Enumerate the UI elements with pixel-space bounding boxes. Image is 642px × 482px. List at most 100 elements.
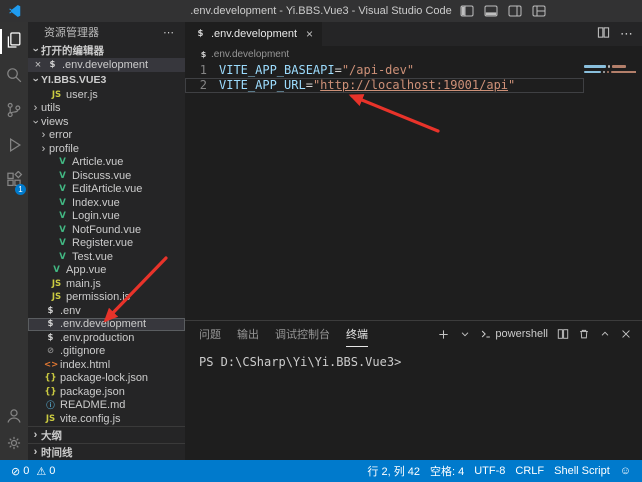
tree-item-Index.vue[interactable]: VIndex.vue xyxy=(28,196,185,210)
breadcrumb[interactable]: $ .env.development xyxy=(185,46,642,62)
chevron-down-icon: › xyxy=(30,45,42,56)
status-bar: ⊘ 0 ⚠ 0 行 2, 列 42空格: 4UTF-8CRLFShell Scr… xyxy=(0,460,642,482)
tree-item-.env.production[interactable]: $.env.production xyxy=(28,331,185,345)
tree-item-NotFound.vue[interactable]: VNotFound.vue xyxy=(28,223,185,237)
tree-item-Discuss.vue[interactable]: VDiscuss.vue xyxy=(28,169,185,183)
maximize-panel-icon[interactable] xyxy=(599,328,611,340)
env-file-icon: $ xyxy=(46,60,59,70)
tree-item-index.html[interactable]: <>index.html xyxy=(28,358,185,372)
tree-item-vite.config.js[interactable]: JSvite.config.js xyxy=(28,412,185,426)
status-eol[interactable]: CRLF xyxy=(510,460,549,482)
tab-env-development[interactable]: $ .env.development × xyxy=(185,22,322,46)
tree-item-user.js[interactable]: JSuser.js xyxy=(28,88,185,102)
gear-icon xyxy=(5,434,23,455)
panel-tab-debug-console[interactable]: 调试控制台 xyxy=(275,321,330,347)
tree-item-.gitignore[interactable]: ⊘.gitignore xyxy=(28,345,185,359)
chevron-down-icon: › xyxy=(30,116,42,127)
outline-section-header[interactable]: › 大纲 xyxy=(28,426,185,443)
tree-item-README.md[interactable]: ⓘREADME.md xyxy=(28,399,185,413)
tree-item-label: EditArticle.vue xyxy=(72,183,142,195)
env-file-icon: $ xyxy=(44,333,57,343)
tree-item-profile[interactable]: ›profile xyxy=(28,142,185,156)
chevron-down-icon[interactable] xyxy=(459,328,471,340)
tree-item-Register.vue[interactable]: VRegister.vue xyxy=(28,237,185,251)
activity-search[interactable] xyxy=(0,59,28,94)
activity-explorer[interactable] xyxy=(0,24,28,59)
tree-item-.env[interactable]: $.env xyxy=(28,304,185,318)
close-icon[interactable]: × xyxy=(32,59,44,71)
minimap-token xyxy=(611,71,636,74)
tree-item-package.json[interactable]: {}package.json xyxy=(28,385,185,399)
chevron-right-icon: › xyxy=(38,143,49,155)
tree-item-.env.development[interactable]: $.env.development xyxy=(28,318,185,332)
minimap-token xyxy=(608,65,610,68)
open-editor-item[interactable]: × $ .env.development xyxy=(28,58,185,72)
account-button[interactable] xyxy=(0,404,28,431)
activity-run-debug[interactable] xyxy=(0,129,28,164)
vue-file-icon: V xyxy=(56,238,69,248)
panel-tab-problems[interactable]: 问题 xyxy=(199,321,221,347)
line-number: 2 xyxy=(185,78,207,93)
source-control-icon xyxy=(5,101,23,122)
minimap[interactable] xyxy=(584,65,636,76)
tree-item-App.vue[interactable]: VApp.vue xyxy=(28,264,185,278)
tree-item-Test.vue[interactable]: VTest.vue xyxy=(28,250,185,264)
toggle-panel-icon[interactable] xyxy=(484,5,498,17)
new-terminal-button[interactable] xyxy=(437,328,450,341)
timeline-section-header[interactable]: › 时间线 xyxy=(28,443,185,460)
project-section-header[interactable]: › YI.BBS.VUE3 xyxy=(28,72,185,88)
powershell-icon xyxy=(480,328,492,340)
problems-indicator[interactable]: ⊘ 0 ⚠ 0 xyxy=(6,460,60,482)
tree-item-utils[interactable]: ›utils xyxy=(28,102,185,116)
tree-item-label: App.vue xyxy=(66,264,106,276)
open-editors-header[interactable]: › 打开的编辑器 xyxy=(28,42,185,58)
toggle-sidebar-right-icon[interactable] xyxy=(508,5,522,17)
more-actions-icon[interactable]: ⋯ xyxy=(163,26,175,39)
status-indentation[interactable]: 空格: 4 xyxy=(425,460,469,482)
tree-item-error[interactable]: ›error xyxy=(28,129,185,143)
terminal-content[interactable]: PS D:\CSharp\Yi\Yi.BBS.Vue3> xyxy=(185,347,642,460)
warnings-icon: ⚠ xyxy=(36,465,46,478)
outline-label: 大纲 xyxy=(41,428,62,443)
toggle-sidebar-left-icon[interactable] xyxy=(460,5,474,17)
code-lines: 1VITE_APP_BASEAPI="/api-dev"2 VITE_APP_UR… xyxy=(185,63,642,93)
search-icon xyxy=(5,66,23,87)
close-panel-icon[interactable] xyxy=(620,328,632,340)
split-editor-icon[interactable] xyxy=(597,26,610,42)
tree-item-EditArticle.vue[interactable]: VEditArticle.vue xyxy=(28,183,185,197)
activity-source-control[interactable] xyxy=(0,94,28,129)
status-encoding[interactable]: UTF-8 xyxy=(469,460,510,482)
tree-item-label: Login.vue xyxy=(72,210,120,222)
code-line-2[interactable]: 2VITE_APP_URL="http://localhost:19001/ap… xyxy=(185,78,584,93)
trash-icon[interactable] xyxy=(578,328,590,340)
close-icon[interactable]: × xyxy=(306,27,313,41)
tree-item-package-lock.json[interactable]: {}package-lock.json xyxy=(28,372,185,386)
code-editor[interactable]: 1VITE_APP_BASEAPI="/api-dev"2 VITE_APP_UR… xyxy=(185,62,642,320)
tree-item-label: main.js xyxy=(66,278,101,290)
more-actions-icon[interactable]: ⋯ xyxy=(620,26,633,42)
code-token: "/api-dev" xyxy=(342,63,414,77)
tree-item-views[interactable]: ›views xyxy=(28,115,185,129)
minimap-line xyxy=(584,71,636,74)
tree-item-Login.vue[interactable]: VLogin.vue xyxy=(28,210,185,224)
terminal-shell-selector[interactable]: powershell xyxy=(480,328,548,340)
panel-tab-terminal[interactable]: 终端 xyxy=(346,321,368,347)
url-link[interactable]: http://localhost:19001/api xyxy=(320,78,508,92)
split-terminal-icon[interactable] xyxy=(557,328,569,340)
code-line-1[interactable]: 1VITE_APP_BASEAPI="/api-dev" xyxy=(185,63,584,78)
status-feedback-smiley[interactable]: ☺ xyxy=(615,460,636,482)
chevron-down-icon: › xyxy=(30,75,42,86)
code-token: VITE_APP_URL xyxy=(219,78,306,92)
tree-item-main.js[interactable]: JSmain.js xyxy=(28,277,185,291)
settings-button[interactable] xyxy=(0,431,28,458)
status-language-mode[interactable]: Shell Script xyxy=(549,460,615,482)
tree-item-Article.vue[interactable]: VArticle.vue xyxy=(28,156,185,170)
panel-tab-bar: 问题输出调试控制台终端 powershell xyxy=(185,321,642,347)
vue-file-icon: V xyxy=(56,157,69,167)
activity-extensions[interactable]: 1 xyxy=(0,164,28,199)
customize-layout-icon[interactable] xyxy=(532,5,546,17)
status-cursor-position[interactable]: 行 2, 列 42 xyxy=(362,460,425,482)
env-file-icon: $ xyxy=(44,306,57,316)
tree-item-permission.js[interactable]: JSpermission.js xyxy=(28,291,185,305)
panel-tab-output[interactable]: 输出 xyxy=(237,321,259,347)
